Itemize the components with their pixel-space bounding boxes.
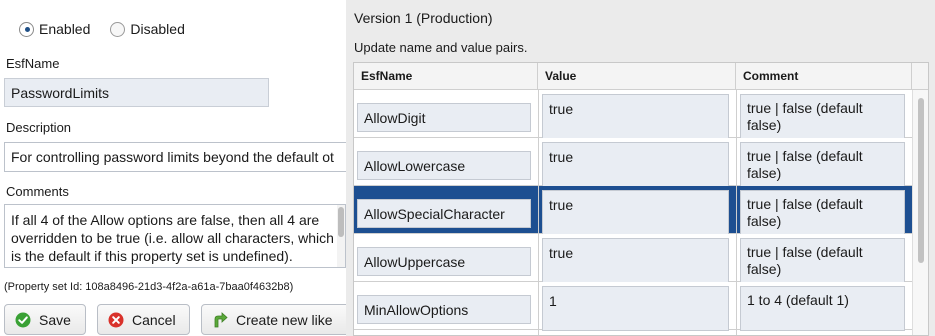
table-row[interactable]: AllowDigit true true | false (default fa… — [354, 90, 914, 139]
grid-scroll-thumb[interactable] — [918, 98, 924, 263]
table-row[interactable]: AllowUppercase true true | false (defaul… — [354, 234, 914, 283]
comments-textarea[interactable]: If all 4 of the Allow options are false,… — [4, 204, 346, 268]
description-label: Description — [6, 120, 72, 135]
comments-scrollbar[interactable] — [337, 205, 345, 267]
esfname-label: EsfName — [6, 56, 60, 71]
cancel-button[interactable]: Cancel — [97, 304, 190, 335]
enabled-radio-label: Enabled — [39, 21, 91, 37]
comments-scroll-thumb[interactable] — [338, 207, 344, 237]
row-name-field[interactable]: AllowUppercase — [357, 247, 531, 276]
cancel-icon — [108, 312, 124, 328]
row-name-field[interactable]: AllowSpecialCharacter — [357, 199, 531, 228]
enabled-radio[interactable]: Enabled — [19, 21, 90, 37]
row-value-field[interactable]: true — [542, 94, 729, 139]
table-row[interactable]: MinAllowOptions 1 1 to 4 (default 1) — [354, 282, 914, 331]
disabled-radio[interactable]: Disabled — [110, 21, 185, 37]
table-row[interactable]: AllowLowercase true true | false (defaul… — [354, 138, 914, 187]
radio-unselected-icon — [110, 21, 126, 37]
table-row[interactable]: AllowSpecialCharacter true true | false … — [354, 186, 914, 235]
check-icon — [15, 312, 31, 328]
create-new-like-button[interactable]: Create new like — [201, 304, 346, 335]
row-value-field[interactable]: true — [542, 142, 729, 187]
save-button-label: Save — [39, 311, 71, 328]
property-set-id: (Property set Id: 108a8496-21d3-4f2a-a61… — [4, 281, 294, 293]
row-comment-field[interactable]: true | false (default false) — [740, 190, 905, 235]
version-title: Version 1 (Production) — [354, 10, 493, 26]
row-comment-field[interactable]: true | false (default false) — [740, 238, 905, 283]
row-name-field[interactable]: MinAllowOptions — [357, 295, 531, 324]
row-name-field[interactable]: AllowLowercase — [357, 151, 531, 180]
grid-header: EsfName Value Comment — [354, 63, 928, 90]
esfname-input[interactable]: PasswordLimits — [4, 78, 269, 107]
grid-scrollbar[interactable] — [912, 90, 928, 335]
name-value-grid: EsfName Value Comment AllowDigit true tr… — [353, 62, 929, 336]
version-instructions: Update name and value pairs. — [354, 40, 528, 55]
row-value-field[interactable]: 1 — [542, 286, 729, 331]
row-comment-field[interactable]: 1 to 4 (default 1) — [740, 286, 905, 331]
disabled-radio-label: Disabled — [130, 21, 185, 37]
radio-selected-icon — [19, 21, 34, 37]
column-divider — [736, 90, 737, 335]
row-value-field[interactable]: true — [542, 190, 729, 235]
column-divider — [538, 90, 539, 335]
property-set-form: Enabled Disabled EsfName PasswordLimits … — [0, 0, 346, 336]
save-button[interactable]: Save — [4, 304, 86, 335]
create-new-like-button-label: Create new like — [236, 311, 333, 328]
column-header-esfname[interactable]: EsfName — [354, 63, 538, 89]
version-panel: Version 1 (Production) Update name and v… — [346, 0, 935, 336]
comments-label: Comments — [6, 184, 69, 199]
row-comment-field[interactable]: true | false (default false) — [740, 94, 905, 139]
row-value-field[interactable]: true — [542, 238, 729, 283]
column-header-value[interactable]: Value — [538, 63, 736, 89]
description-input[interactable]: For controlling password limits beyond t… — [4, 142, 346, 172]
comments-text: If all 4 of the Allow options are false,… — [11, 212, 334, 264]
cancel-button-label: Cancel — [132, 311, 176, 328]
row-name-field[interactable]: AllowDigit — [357, 103, 531, 132]
create-new-like-icon — [212, 311, 228, 328]
column-header-comment[interactable]: Comment — [736, 63, 912, 89]
status-radio-group: Enabled Disabled — [19, 21, 205, 37]
row-comment-field[interactable]: true | false (default false) — [740, 142, 905, 187]
